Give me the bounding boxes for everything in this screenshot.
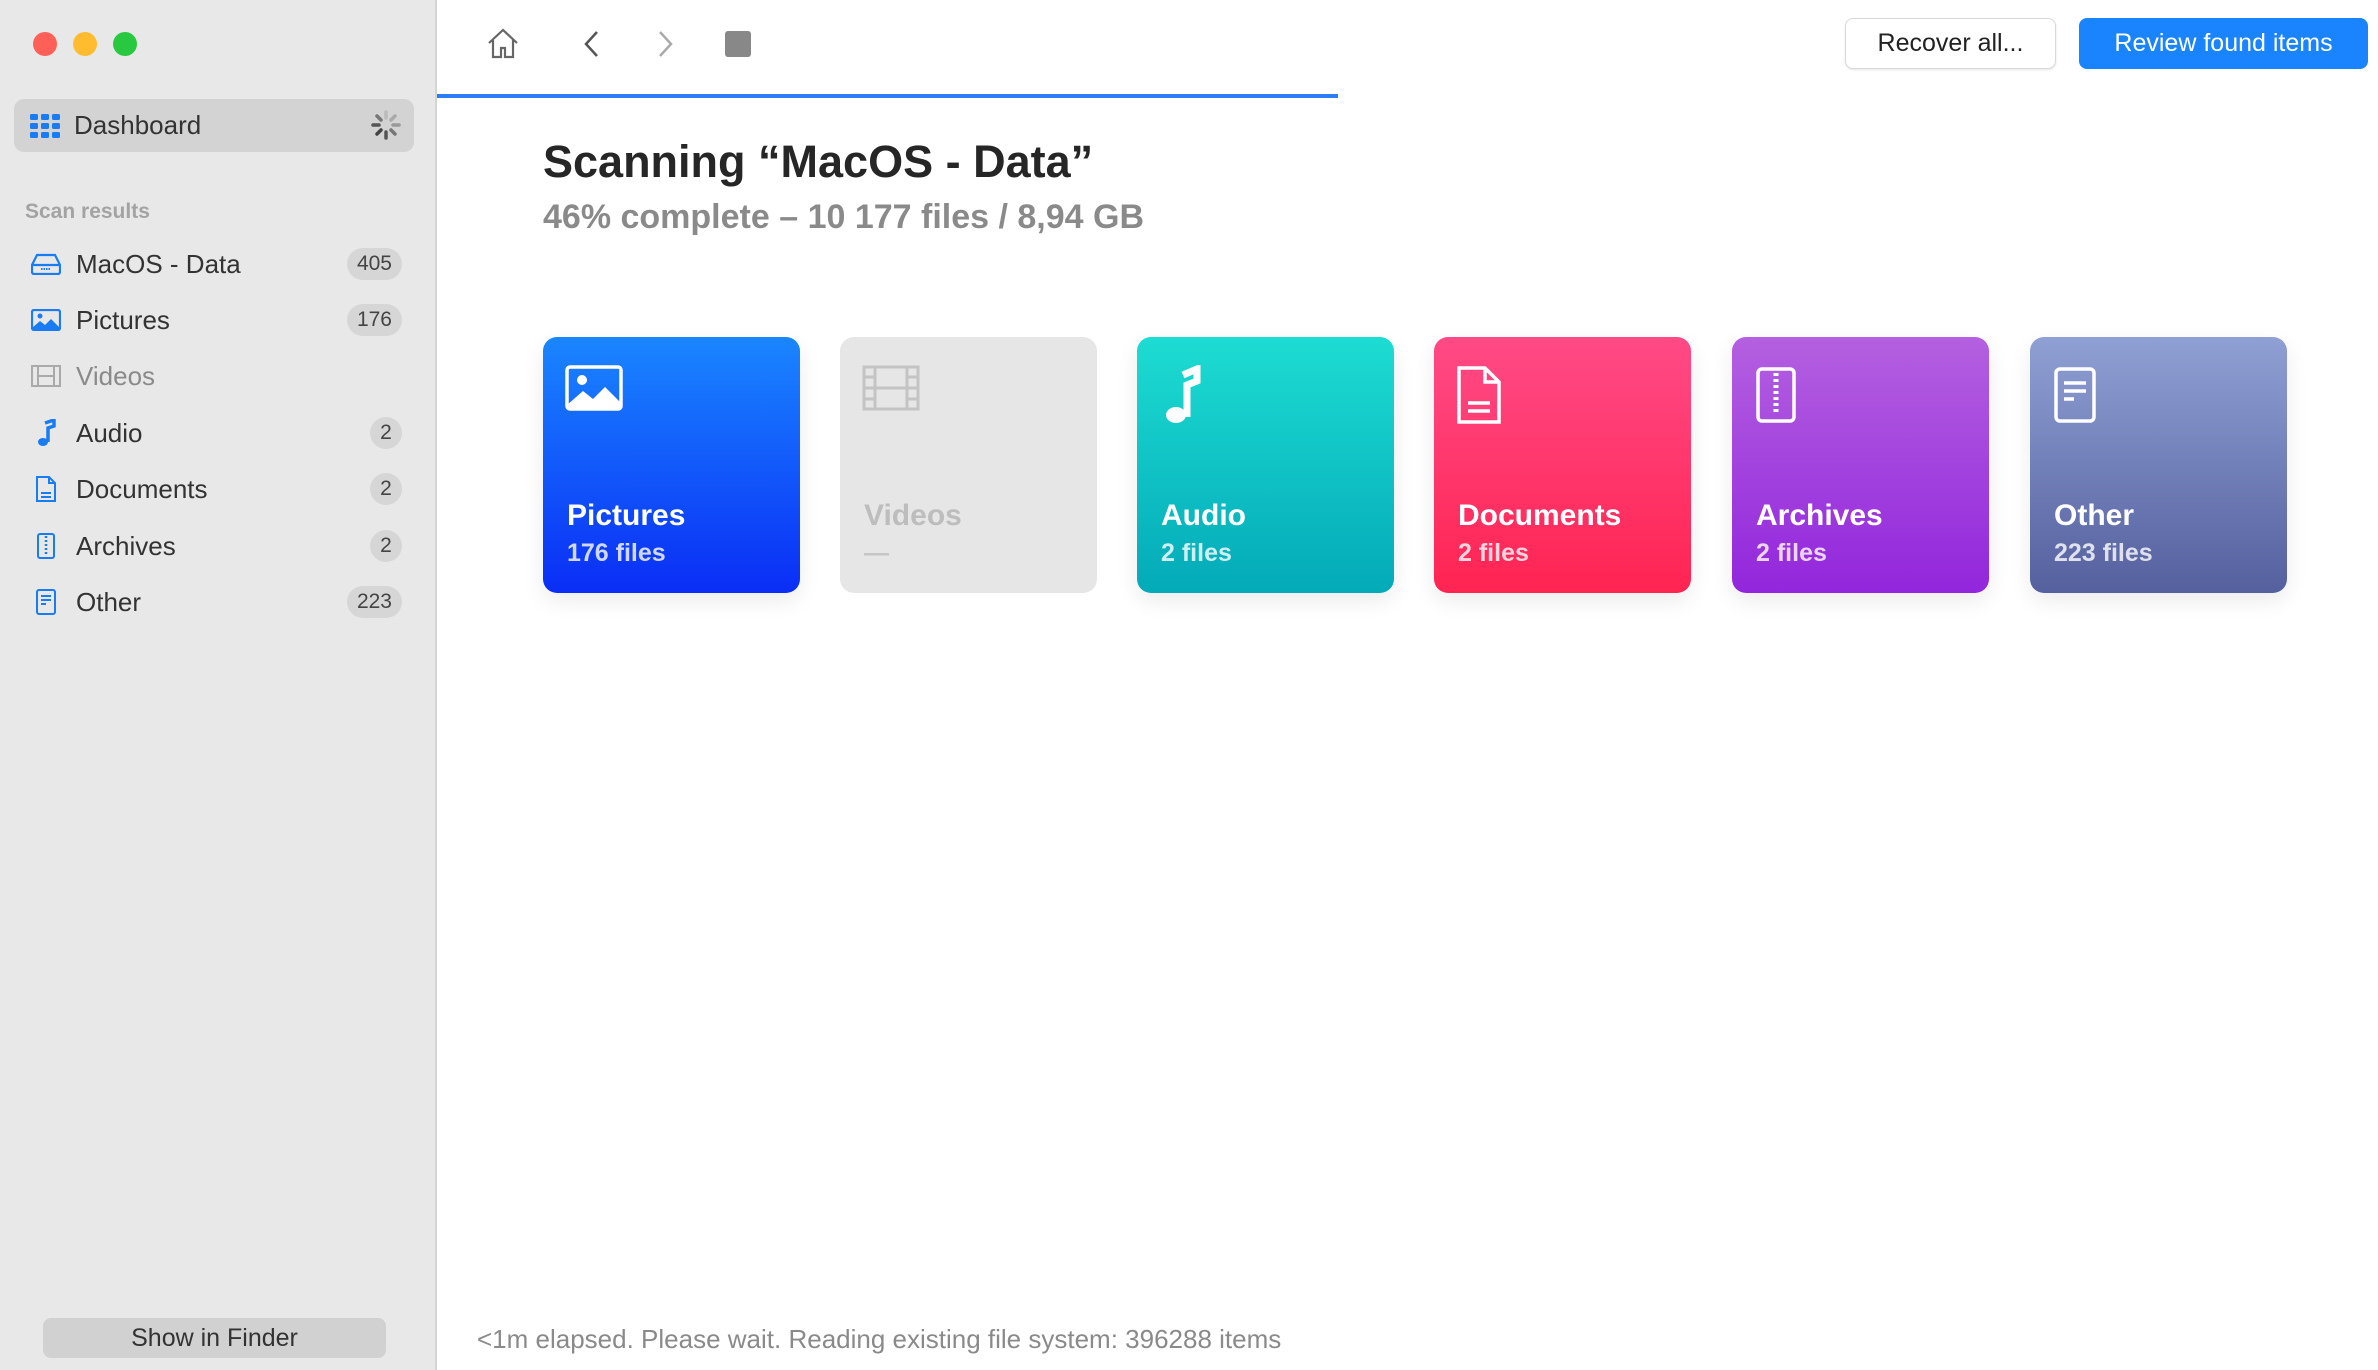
close-window-button[interactable]	[33, 32, 57, 56]
card-videos[interactable]: Videos —	[840, 337, 1097, 593]
picture-icon	[565, 365, 623, 411]
card-label: Documents	[1458, 499, 1622, 532]
item-label: Documents	[76, 473, 208, 504]
sidebar-item-pictures[interactable]: Pictures 176	[30, 296, 402, 344]
item-label: Videos	[76, 360, 156, 391]
music-note-icon	[1166, 365, 1201, 423]
item-label: MacOS - Data	[76, 248, 241, 279]
sidebar-item-archives[interactable]: Archives 2	[30, 522, 402, 570]
item-label: Audio	[76, 417, 143, 448]
grid-icon	[30, 113, 60, 138]
home-icon[interactable]	[485, 25, 521, 61]
archive-icon	[1756, 367, 1796, 423]
sidebar-item-macos-data[interactable]: MacOS - Data 405	[30, 240, 402, 288]
status-text: <1m elapsed. Please wait. Reading existi…	[477, 1324, 1282, 1354]
sidebar-item-other[interactable]: Other 223	[30, 578, 402, 626]
card-count: 2 files	[1458, 539, 1529, 567]
stop-icon[interactable]	[724, 30, 752, 58]
card-documents[interactable]: Documents 2 files	[1434, 337, 1691, 593]
sidebar-item-audio[interactable]: Audio 2	[30, 409, 402, 457]
other-file-icon	[2054, 367, 2096, 423]
card-pictures[interactable]: Pictures 176 files	[543, 337, 800, 593]
item-label: Archives	[76, 530, 176, 561]
sidebar: Dashboard Scan results MacOS - Data 405 …	[0, 0, 437, 1370]
card-audio[interactable]: Audio 2 files	[1137, 337, 1394, 593]
card-label: Videos	[864, 499, 962, 532]
document-icon	[30, 473, 62, 505]
count-badge: 405	[346, 248, 402, 280]
count-badge: 223	[346, 586, 402, 618]
film-icon	[862, 365, 920, 411]
back-icon[interactable]	[582, 29, 602, 59]
film-icon	[30, 360, 62, 392]
forward-icon[interactable]	[655, 29, 675, 59]
card-count: 2 files	[1756, 539, 1827, 567]
other-file-icon	[30, 586, 62, 618]
card-other[interactable]: Other 223 files	[2030, 337, 2287, 593]
card-label: Pictures	[567, 499, 686, 532]
sidebar-item-dashboard[interactable]: Dashboard	[14, 99, 414, 152]
item-label: Pictures	[76, 304, 170, 335]
minimize-window-button[interactable]	[73, 32, 97, 56]
recover-all-button[interactable]: Recover all...	[1845, 18, 2056, 69]
zoom-window-button[interactable]	[113, 32, 137, 56]
page-title: Scanning “MacOS - Data”	[543, 136, 1094, 187]
count-badge: 2	[370, 530, 402, 562]
drive-icon	[30, 248, 62, 280]
count-badge: 176	[346, 304, 402, 336]
card-count: 176 files	[567, 539, 666, 567]
document-icon	[1457, 366, 1501, 424]
item-label: Other	[76, 586, 142, 617]
show-in-finder-button[interactable]: Show in Finder	[43, 1318, 386, 1358]
card-label: Audio	[1161, 499, 1246, 532]
archive-icon	[30, 530, 62, 562]
scan-progress-text: 46% complete – 10 177 files / 8,94 GB	[543, 198, 1144, 236]
dashboard-label: Dashboard	[74, 110, 202, 140]
scan-progress-bar	[437, 94, 1338, 98]
sidebar-item-documents[interactable]: Documents 2	[30, 465, 402, 513]
card-label: Archives	[1756, 499, 1883, 532]
card-count: 223 files	[2054, 539, 2153, 567]
loading-spinner-icon	[371, 110, 401, 140]
card-archives[interactable]: Archives 2 files	[1732, 337, 1989, 593]
music-note-icon	[30, 417, 62, 449]
count-badge: 2	[370, 473, 402, 505]
card-count: —	[864, 539, 889, 567]
card-label: Other	[2054, 499, 2135, 532]
card-count: 2 files	[1161, 539, 1232, 567]
review-found-items-button[interactable]: Review found items	[2079, 18, 2368, 69]
picture-icon	[30, 304, 62, 336]
count-badge: 2	[370, 417, 402, 449]
sidebar-item-videos[interactable]: Videos	[30, 352, 402, 400]
scan-results-heading: Scan results	[25, 200, 150, 223]
